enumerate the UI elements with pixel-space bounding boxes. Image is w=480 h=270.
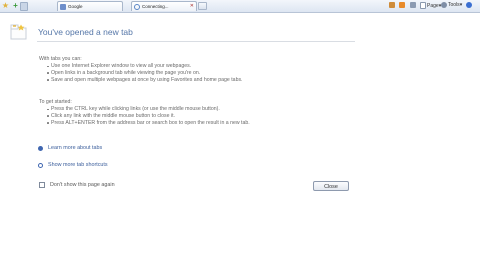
arrow-bullet-icon [38, 145, 43, 151]
dont-show-label: Don't show this page again [50, 182, 115, 188]
browser-tab-bar: ★ + Google Connecting... ✕ Page ▾ Tools … [0, 0, 480, 13]
tab-connecting[interactable]: Connecting... ✕ [131, 1, 197, 11]
loading-icon [134, 3, 140, 10]
add-favorites-icon[interactable]: + [11, 2, 20, 10]
learn-more-label[interactable]: Learn more about tabs [48, 145, 102, 151]
chevron-down-icon: ▾ [459, 2, 463, 8]
arrow-bullet-icon [38, 162, 43, 168]
rss-icon [399, 2, 405, 8]
get-started-title: To get started: [39, 99, 72, 105]
tools-menu-label: Tools [448, 2, 460, 8]
learn-more-link[interactable]: Learn more about tabs [38, 145, 102, 151]
show-shortcuts-link[interactable]: Show more tab shortcuts [38, 162, 108, 168]
list-item: Open links in a background tab while vie… [47, 70, 243, 77]
gear-icon [441, 2, 447, 8]
tabs-section-title: With tabs you can: [39, 56, 82, 62]
home-button[interactable] [389, 2, 396, 8]
favorites-star-icon[interactable]: ★ [1, 2, 10, 10]
page-menu-label: Page [427, 2, 439, 9]
page-icon [420, 2, 426, 9]
tab-label: Google [68, 4, 83, 9]
close-tab-icon[interactable]: ✕ [190, 3, 194, 9]
feeds-button[interactable] [399, 2, 406, 8]
close-button[interactable]: Close [313, 181, 349, 191]
dont-show-again-option[interactable]: Don't show this page again [39, 182, 115, 188]
tab-google[interactable]: Google [57, 1, 123, 11]
page-title: You've opened a new tab [38, 27, 133, 37]
tabs-feature-list: Use one Internet Explorer window to view… [47, 63, 243, 83]
help-button[interactable] [466, 2, 472, 8]
new-tab-icon [10, 24, 27, 40]
list-item: Press ALT+ENTER from the address bar or … [47, 120, 250, 127]
show-shortcuts-label[interactable]: Show more tab shortcuts [48, 162, 108, 168]
printer-icon [410, 2, 416, 8]
print-button[interactable] [410, 2, 417, 8]
dont-show-checkbox[interactable] [39, 182, 45, 188]
google-favicon-icon [60, 3, 66, 10]
new-tab-button[interactable] [198, 2, 207, 10]
page-menu-button[interactable]: Page ▾ [420, 2, 441, 9]
get-started-list: Press the CTRL key while clicking links … [47, 106, 250, 126]
list-item: Press the CTRL key while clicking links … [47, 106, 250, 113]
list-item: Use one Internet Explorer window to view… [47, 63, 243, 70]
tools-menu-button[interactable]: Tools ▾ [441, 2, 462, 8]
quick-tabs-icon[interactable] [20, 2, 28, 11]
divider [37, 41, 355, 42]
list-item: Save and open multiple webpages at once … [47, 77, 243, 84]
tab-label: Connecting... [142, 4, 169, 9]
list-item: Click any link with the middle mouse but… [47, 113, 250, 120]
home-icon [389, 2, 395, 8]
help-icon [466, 2, 472, 8]
